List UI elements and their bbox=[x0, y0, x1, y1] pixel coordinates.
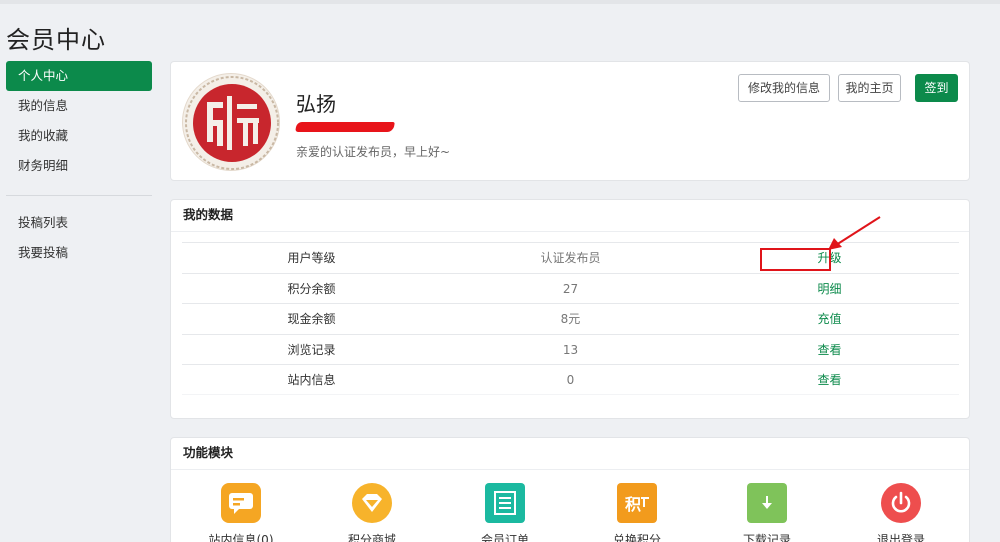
module-label: 兑换积分 bbox=[612, 533, 661, 542]
message-icon bbox=[221, 483, 261, 523]
module-logout[interactable]: 退出登录 bbox=[841, 483, 961, 542]
sidebar-divider bbox=[6, 195, 152, 196]
row-value: 13 bbox=[562, 342, 579, 357]
row-value: 认证发布员 bbox=[540, 251, 601, 265]
table-row: 站内信息 0 查看 bbox=[182, 364, 959, 395]
table-row: 浏览记录 13 查看 bbox=[182, 333, 959, 365]
greeting-text: 亲爱的认证发布员，早上好~ bbox=[296, 145, 451, 159]
row-label: 用户等级 bbox=[287, 251, 336, 265]
diamond-icon bbox=[352, 483, 392, 523]
list-icon bbox=[485, 483, 525, 523]
profile-card: 弘扬 亲爱的认证发布员，早上好~ 修改我的信息 我的主页 签到 bbox=[170, 61, 970, 181]
user-name: 弘扬 bbox=[296, 92, 336, 116]
sidebar-item-my-favorites[interactable]: 我的收藏 bbox=[6, 121, 152, 151]
view-messages-link[interactable]: 查看 bbox=[700, 365, 959, 395]
module-label: 会员订单 bbox=[480, 533, 529, 542]
module-messages[interactable]: 站内信息(0) bbox=[181, 483, 301, 542]
sidebar-item-my-info[interactable]: 我的信息 bbox=[6, 91, 152, 121]
row-label: 积分余额 bbox=[287, 281, 336, 296]
section-title: 功能模块 bbox=[171, 438, 969, 470]
view-history-link[interactable]: 查看 bbox=[700, 335, 959, 365]
module-exchange-points[interactable]: 积 兑换积分 bbox=[577, 483, 697, 542]
sidebar: 个人中心 我的信息 我的收藏 财务明细 投稿列表 我要投稿 bbox=[6, 61, 152, 268]
sidebar-item-personal-center[interactable]: 个人中心 bbox=[6, 61, 152, 91]
module-label: 下载记录 bbox=[742, 533, 791, 542]
table-row: 现金余额 8元 充值 bbox=[182, 303, 959, 334]
row-value: 27 bbox=[562, 281, 579, 296]
points-cart-icon: 积 bbox=[617, 483, 657, 523]
sidebar-item-finance-details[interactable]: 财务明细 bbox=[6, 151, 152, 181]
my-homepage-button[interactable]: 我的主页 bbox=[838, 74, 901, 102]
avatar bbox=[182, 73, 280, 171]
module-grid: 站内信息(0) 积分商城 会员订单 积 兑换积分 下载记录 退出登录 bbox=[171, 483, 971, 542]
sidebar-item-submit[interactable]: 我要投稿 bbox=[6, 238, 152, 268]
power-icon bbox=[881, 483, 921, 523]
row-label: 现金余额 bbox=[287, 312, 336, 326]
redacted-mark bbox=[295, 122, 395, 132]
svg-text:积: 积 bbox=[625, 495, 641, 514]
module-download-records[interactable]: 下载记录 bbox=[707, 483, 827, 542]
module-points-mall[interactable]: 积分商城 bbox=[312, 483, 432, 542]
annotation-arrow-icon bbox=[828, 216, 881, 250]
data-table: 用户等级 认证发布员 升级 积分余额 27 明细 现金余额 8元 充值 浏览记录… bbox=[182, 242, 959, 395]
row-value: 0 bbox=[566, 373, 575, 387]
points-detail-link[interactable]: 明细 bbox=[700, 274, 959, 304]
table-row: 积分余额 27 明细 bbox=[182, 272, 959, 304]
row-label: 浏览记录 bbox=[287, 342, 336, 357]
module-label: 退出登录 bbox=[876, 533, 925, 542]
page-title: 会员中心 bbox=[6, 26, 106, 54]
module-member-orders[interactable]: 会员订单 bbox=[445, 483, 565, 542]
sidebar-item-submission-list[interactable]: 投稿列表 bbox=[6, 208, 152, 238]
sign-in-button[interactable]: 签到 bbox=[915, 74, 958, 102]
module-label: 积分商城 bbox=[347, 533, 396, 542]
module-label: 站内信息(0) bbox=[208, 533, 274, 542]
top-border bbox=[0, 0, 1000, 4]
seal-avatar-icon bbox=[185, 76, 279, 170]
recharge-link[interactable]: 充值 bbox=[700, 304, 959, 334]
edit-info-button[interactable]: 修改我的信息 bbox=[738, 74, 830, 102]
row-value: 8元 bbox=[560, 312, 581, 326]
download-folder-icon bbox=[747, 483, 787, 523]
function-modules-card: 功能模块 站内信息(0) 积分商城 会员订单 积 兑换积分 下载记录 退出登录 bbox=[170, 437, 970, 542]
row-label: 站内信息 bbox=[287, 373, 336, 387]
